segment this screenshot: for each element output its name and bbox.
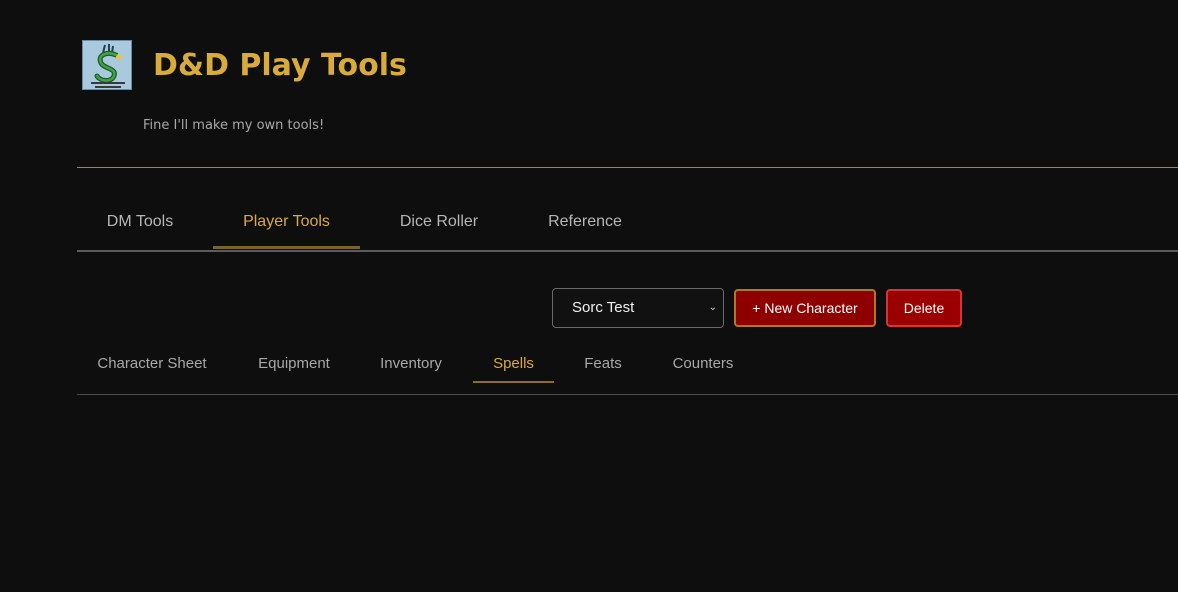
tab-counters[interactable]: Counters <box>657 343 749 383</box>
character-select-value: Sorc Test <box>572 299 635 316</box>
tab-player-tools[interactable]: Player Tools <box>213 196 360 249</box>
new-character-button[interactable]: + New Character <box>734 289 876 327</box>
tab-reference[interactable]: Reference <box>518 196 652 248</box>
tab-character-sheet[interactable]: Character Sheet <box>77 343 227 383</box>
main-nav: DM Tools Player Tools Dice Roller Refere… <box>77 196 1178 252</box>
tab-equipment[interactable]: Equipment <box>247 343 341 383</box>
tab-dice-roller[interactable]: Dice Roller <box>380 196 498 248</box>
chevron-down-icon: ⌄ <box>708 302 717 313</box>
tab-spells[interactable]: Spells <box>473 343 554 383</box>
character-select[interactable]: Sorc Test ⌄ <box>552 288 724 328</box>
app-logo <box>82 40 132 90</box>
delete-character-button[interactable]: Delete <box>886 289 962 327</box>
character-sub-nav: Character Sheet Equipment Inventory Spel… <box>77 343 1178 395</box>
tarrasque-sticker-icon <box>83 41 131 89</box>
app-title: D&D Play Tools <box>153 48 407 83</box>
tab-inventory[interactable]: Inventory <box>361 343 461 383</box>
tab-feats[interactable]: Feats <box>569 343 637 383</box>
app-tagline: Fine I'll make my own tools! <box>143 118 325 133</box>
header-divider <box>77 167 1178 168</box>
app-page: D&D Play Tools Fine I'll make my own too… <box>0 0 1178 592</box>
tab-dm-tools[interactable]: DM Tools <box>87 196 193 248</box>
